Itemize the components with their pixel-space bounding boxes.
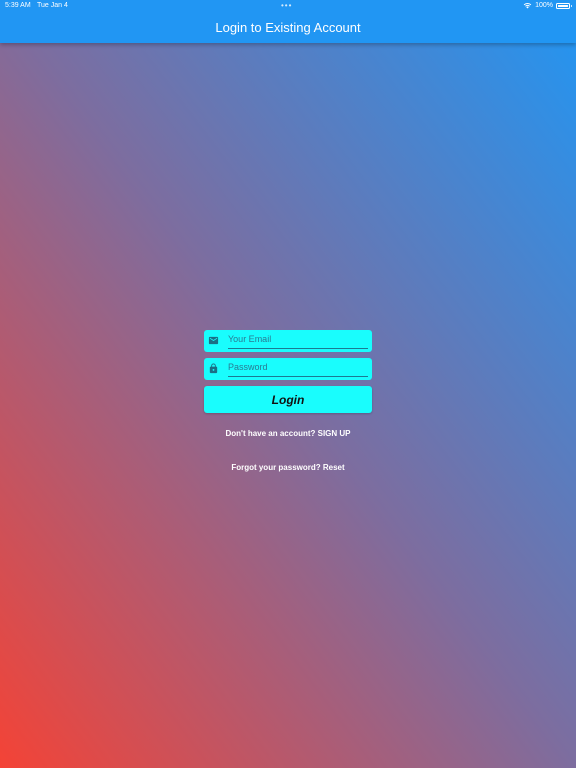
email-input[interactable] bbox=[228, 330, 368, 349]
wifi-icon bbox=[523, 3, 532, 9]
battery-percent: 100% bbox=[535, 2, 553, 9]
page-title: Login to Existing Account bbox=[215, 20, 361, 35]
app-bar: 5:39 AM Tue Jan 4 ••• 100% Login to Exis… bbox=[0, 0, 576, 43]
lock-icon bbox=[209, 363, 218, 374]
password-input[interactable] bbox=[228, 358, 368, 377]
status-time: 5:39 AM bbox=[5, 2, 31, 9]
password-field[interactable] bbox=[204, 358, 372, 380]
battery-icon bbox=[556, 2, 572, 9]
email-field[interactable] bbox=[204, 330, 372, 352]
mail-icon bbox=[208, 336, 219, 345]
signup-link[interactable]: Don't have an account? SIGN UP bbox=[0, 429, 576, 438]
status-bar: 5:39 AM Tue Jan 4 ••• 100% bbox=[0, 0, 576, 12]
status-date: Tue Jan 4 bbox=[37, 2, 68, 9]
login-button[interactable]: Login bbox=[204, 386, 372, 413]
status-right: 100% bbox=[523, 2, 572, 9]
reset-password-link[interactable]: Forgot your password? Reset bbox=[0, 463, 576, 472]
multitasking-dots-icon[interactable]: ••• bbox=[281, 1, 292, 10]
